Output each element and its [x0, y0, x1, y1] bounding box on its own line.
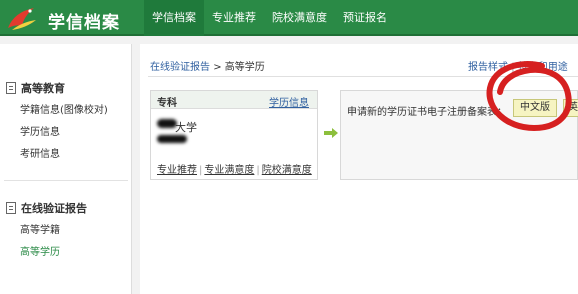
school-name-suffix: 大学: [175, 121, 197, 134]
degree-card-header: 专科 学历信息: [151, 91, 317, 109]
main-nav: 学信档案 专业推荐 院校满意度 预证报名: [144, 0, 395, 36]
sidebar-item-enrollment-info[interactable]: 学籍信息(图像校对): [20, 101, 108, 116]
site-logo[interactable]: 学信档案: [0, 0, 140, 36]
apply-registration-label: 申请新的学历证书电子注册备案表：: [347, 107, 507, 118]
sidebar-divider: [4, 180, 128, 181]
major-satisfaction-link[interactable]: 专业满意度: [204, 165, 254, 176]
sidebar-item-postgrad-exam-info[interactable]: 考研信息: [20, 145, 60, 160]
redacted-student-name: [157, 135, 187, 143]
breadcrumb-current: 高等学历: [224, 62, 265, 73]
nav-tab-pre-registration[interactable]: 预证报名: [335, 0, 395, 36]
breadcrumb-separator: >: [213, 62, 222, 73]
sidebar-item-higher-enrollment[interactable]: 高等学籍: [20, 221, 60, 236]
content-divider: [148, 76, 578, 77]
nav-tab-xuexin-archive[interactable]: 学信档案: [144, 0, 204, 36]
english-version-button[interactable]: 英: [563, 99, 578, 117]
features-usage-link[interactable]: 特点和用途: [518, 62, 568, 73]
document-icon: [6, 202, 16, 214]
sidebar-section-higher-education: 高等教育: [6, 80, 65, 96]
chinese-version-button[interactable]: 中文版: [513, 99, 557, 117]
breadcrumb: 在线验证报告 > 高等学历: [150, 58, 265, 73]
report-sample-link[interactable]: 报告样式: [468, 62, 508, 73]
sidebar-section-title: 高等教育: [21, 82, 65, 95]
top-nav-bar: 学信档案 学信档案 专业推荐 院校满意度 预证报名: [0, 0, 578, 36]
logo-text: 学信档案: [48, 13, 120, 33]
degree-card: 专科 学历信息 大学 专业推荐 | 专业满意度 | 院校满意度: [150, 90, 318, 180]
sidebar-item-higher-degree[interactable]: 高等学历: [20, 243, 60, 258]
arrow-right-icon: [324, 128, 338, 138]
document-icon: [6, 82, 16, 94]
top-links: 报告样式 | 特点和用途: [468, 62, 568, 73]
sidebar-section-online-report: 在线验证报告: [6, 200, 87, 216]
apply-registration-panel: 申请新的学历证书电子注册备案表： 中文版 英: [340, 90, 578, 180]
degree-card-links: 专业推荐 | 专业满意度 | 院校满意度: [157, 165, 312, 176]
logo-bird-icon: [8, 8, 36, 30]
redacted-school-name: [157, 119, 177, 128]
breadcrumb-parent-link[interactable]: 在线验证报告: [150, 62, 210, 73]
school-satisfaction-link[interactable]: 院校满意度: [262, 165, 312, 176]
sidebar-section-title: 在线验证报告: [21, 202, 87, 215]
major-recommend-link[interactable]: 专业推荐: [157, 165, 197, 176]
sidebar: 高等教育 学籍信息(图像校对) 学历信息 考研信息 在线验证报告 高等学籍 高等…: [0, 44, 132, 294]
degree-type-label: 专科: [157, 98, 177, 109]
main-content: 在线验证报告 > 高等学历 报告样式 | 特点和用途 专科 学历信息 大学 专业…: [140, 44, 578, 294]
nav-tab-school-satisfaction[interactable]: 院校满意度: [264, 0, 335, 36]
nav-tab-major-recommend[interactable]: 专业推荐: [204, 0, 264, 36]
sidebar-item-degree-info[interactable]: 学历信息: [20, 123, 60, 138]
degree-info-link[interactable]: 学历信息: [269, 94, 309, 109]
